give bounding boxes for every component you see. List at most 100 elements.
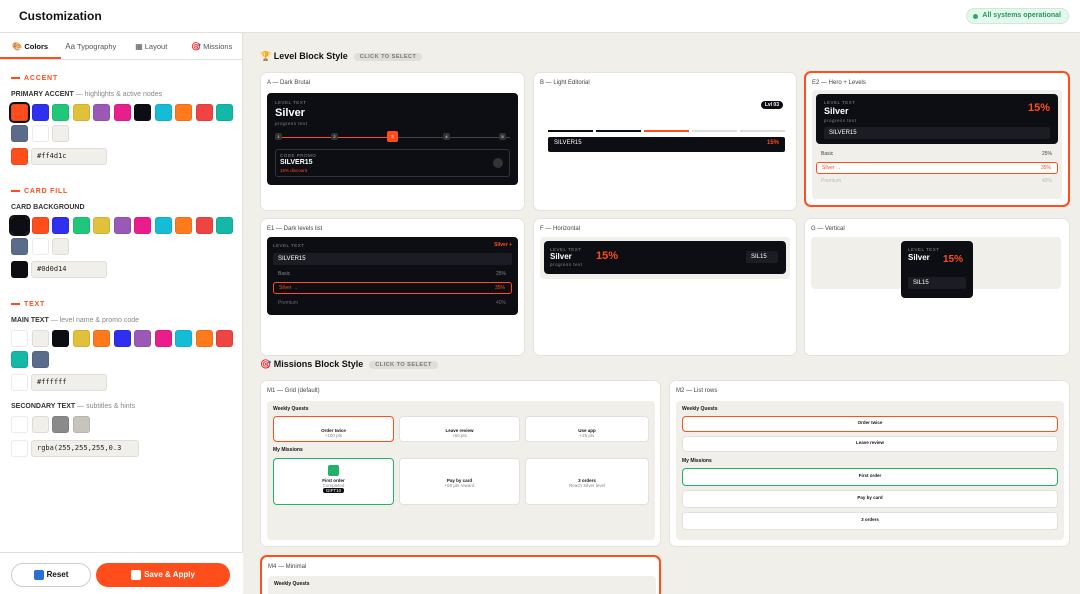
card-label: M1 — Grid (default) <box>267 388 320 394</box>
color-swatch[interactable] <box>93 330 110 347</box>
tab-missions[interactable]: 🎯 Missions <box>182 33 243 59</box>
secondary-current-swatch[interactable] <box>11 440 28 457</box>
accent-current-swatch[interactable] <box>11 148 28 165</box>
color-swatch[interactable] <box>9 102 30 123</box>
mission-leave-review: Leave review <box>682 436 1058 452</box>
color-swatch[interactable] <box>134 217 151 234</box>
color-swatch[interactable] <box>52 104 69 121</box>
level-step: 4 <box>443 133 450 140</box>
color-swatch[interactable] <box>175 104 192 121</box>
missions-style-card-m2[interactable]: M2 — List rows Weekly Quests Order twice… <box>669 380 1070 547</box>
dark-brutal-preview: LEVEL TEXT Silver progress text 1 2 3 4 5 CO… <box>267 93 518 185</box>
label-hint: — subtitles & hints <box>77 403 136 410</box>
color-swatch[interactable] <box>52 238 69 255</box>
color-swatch[interactable] <box>11 416 28 433</box>
level-block-heading: 🏆 Level Block Style CLICK TO SELECT <box>260 51 423 62</box>
tab-typography[interactable]: Aa Typography <box>61 33 122 59</box>
text-current-swatch[interactable] <box>11 374 28 391</box>
color-swatch[interactable] <box>195 104 213 121</box>
color-swatch[interactable] <box>31 125 49 142</box>
label-text: MAIN TEXT <box>11 317 49 324</box>
card-label: M2 — List rows <box>676 388 718 394</box>
level-step: 3 <box>387 131 398 142</box>
color-swatch[interactable] <box>113 104 131 121</box>
color-swatch[interactable] <box>52 416 69 433</box>
level-style-card-e1[interactable]: E1 — Dark levels list LEVEL TEXT Silver … <box>260 218 525 356</box>
tab-bar: 🎨 Colors Aa Typography ▦ Layout 🎯 Missions <box>0 33 242 60</box>
color-swatch[interactable] <box>154 217 172 234</box>
color-swatch[interactable] <box>113 330 131 347</box>
color-swatch[interactable] <box>11 238 28 255</box>
color-swatch[interactable] <box>52 217 69 234</box>
color-swatch[interactable] <box>113 217 131 234</box>
mission-three-orders: 3 orders <box>682 512 1058 530</box>
color-swatch[interactable] <box>175 330 192 347</box>
check-icon <box>328 465 339 476</box>
row-name: Basic <box>278 271 291 277</box>
weekly-quests-title: Weekly Quests <box>273 406 309 412</box>
row-name: Premium <box>821 178 842 184</box>
level-row-premium: Premium 40% <box>273 298 512 308</box>
color-swatch[interactable] <box>31 238 49 255</box>
level-style-card-b[interactable]: B — Light Editorial Lvl 03 SILVER15 15% <box>533 72 797 211</box>
color-swatch[interactable] <box>216 217 233 234</box>
color-swatch[interactable] <box>93 217 110 234</box>
color-swatch[interactable] <box>72 416 90 433</box>
secondary-value-input[interactable]: rgba(255,255,255,0.3 <box>31 440 139 457</box>
color-swatch[interactable] <box>154 104 172 121</box>
hero-preview: LEVEL TEXT Silver progress text 15% SILV… <box>812 90 1062 199</box>
color-swatch[interactable] <box>9 215 30 236</box>
color-swatch[interactable] <box>31 330 49 347</box>
my-missions-title: My Missions <box>682 458 712 464</box>
level-row-basic: Basic 25% <box>816 149 1058 160</box>
mission-pay-card: Pay by card <box>682 490 1058 508</box>
level-style-card-a[interactable]: A — Dark Brutal LEVEL TEXT Silver progre… <box>260 72 525 211</box>
tab-colors[interactable]: 🎨 Colors <box>0 33 61 59</box>
vertical-block: LEVEL TEXT Silver 15% SIL15 <box>901 241 973 298</box>
color-swatch[interactable] <box>52 125 69 142</box>
color-swatch[interactable] <box>72 104 90 121</box>
color-swatch[interactable] <box>216 330 233 347</box>
mission-leave-review: Leave review +50 pts <box>399 416 520 442</box>
color-swatch[interactable] <box>11 351 28 368</box>
level-style-card-g[interactable]: G — Vertical LEVEL TEXT Silver 15% SIL15 <box>804 218 1070 356</box>
color-swatch[interactable] <box>195 217 213 234</box>
text-hex-input[interactable]: #ffffff <box>31 374 107 391</box>
color-swatch[interactable] <box>31 104 49 121</box>
color-swatch[interactable] <box>31 416 49 433</box>
color-swatch[interactable] <box>134 330 151 347</box>
fill-current-swatch[interactable] <box>11 261 28 278</box>
color-swatch[interactable] <box>72 217 90 234</box>
level-name: Silver <box>550 252 572 261</box>
color-swatch[interactable] <box>31 351 49 368</box>
color-swatch[interactable] <box>11 330 28 347</box>
color-swatch[interactable] <box>72 330 90 347</box>
color-swatch[interactable] <box>93 104 110 121</box>
missions-style-card-m1[interactable]: M1 — Grid (default) Weekly Quests Order … <box>260 380 661 547</box>
progress-seg-1 <box>548 130 593 132</box>
reset-label: Reset <box>46 570 69 579</box>
missions-style-card-m4[interactable]: M4 — Minimal Weekly Quests <box>260 555 661 594</box>
save-apply-button[interactable]: Save & Apply <box>96 563 230 587</box>
color-swatch[interactable] <box>216 104 233 121</box>
color-swatch[interactable] <box>52 330 69 347</box>
color-swatch[interactable] <box>134 104 151 121</box>
level-style-card-f[interactable]: F — Horizontal LEVEL TEXT Silver progres… <box>533 218 797 356</box>
level-text: LEVEL TEXT <box>824 100 856 105</box>
row-name: Premium <box>278 300 299 306</box>
color-swatch[interactable] <box>11 125 28 142</box>
reset-button[interactable]: Reset <box>11 563 91 587</box>
promo-code: SIL15 <box>746 251 778 263</box>
color-swatch[interactable] <box>175 217 192 234</box>
level-text: LEVEL TEXT <box>273 243 305 248</box>
layout-icon: ▦ <box>135 42 143 51</box>
color-swatch[interactable] <box>195 330 213 347</box>
level-text: LEVEL TEXT <box>275 100 307 105</box>
color-swatch[interactable] <box>31 217 49 234</box>
fill-hex-input[interactable]: #0d0d14 <box>31 261 107 278</box>
level-style-card-e2[interactable]: E2 — Hero + Levels LEVEL TEXT Silver pro… <box>804 71 1070 207</box>
progress-text: progress text <box>550 262 583 267</box>
tab-layout[interactable]: ▦ Layout <box>121 33 182 59</box>
accent-hex-input[interactable]: #ff4d1c <box>31 148 107 165</box>
color-swatch[interactable] <box>154 330 172 347</box>
